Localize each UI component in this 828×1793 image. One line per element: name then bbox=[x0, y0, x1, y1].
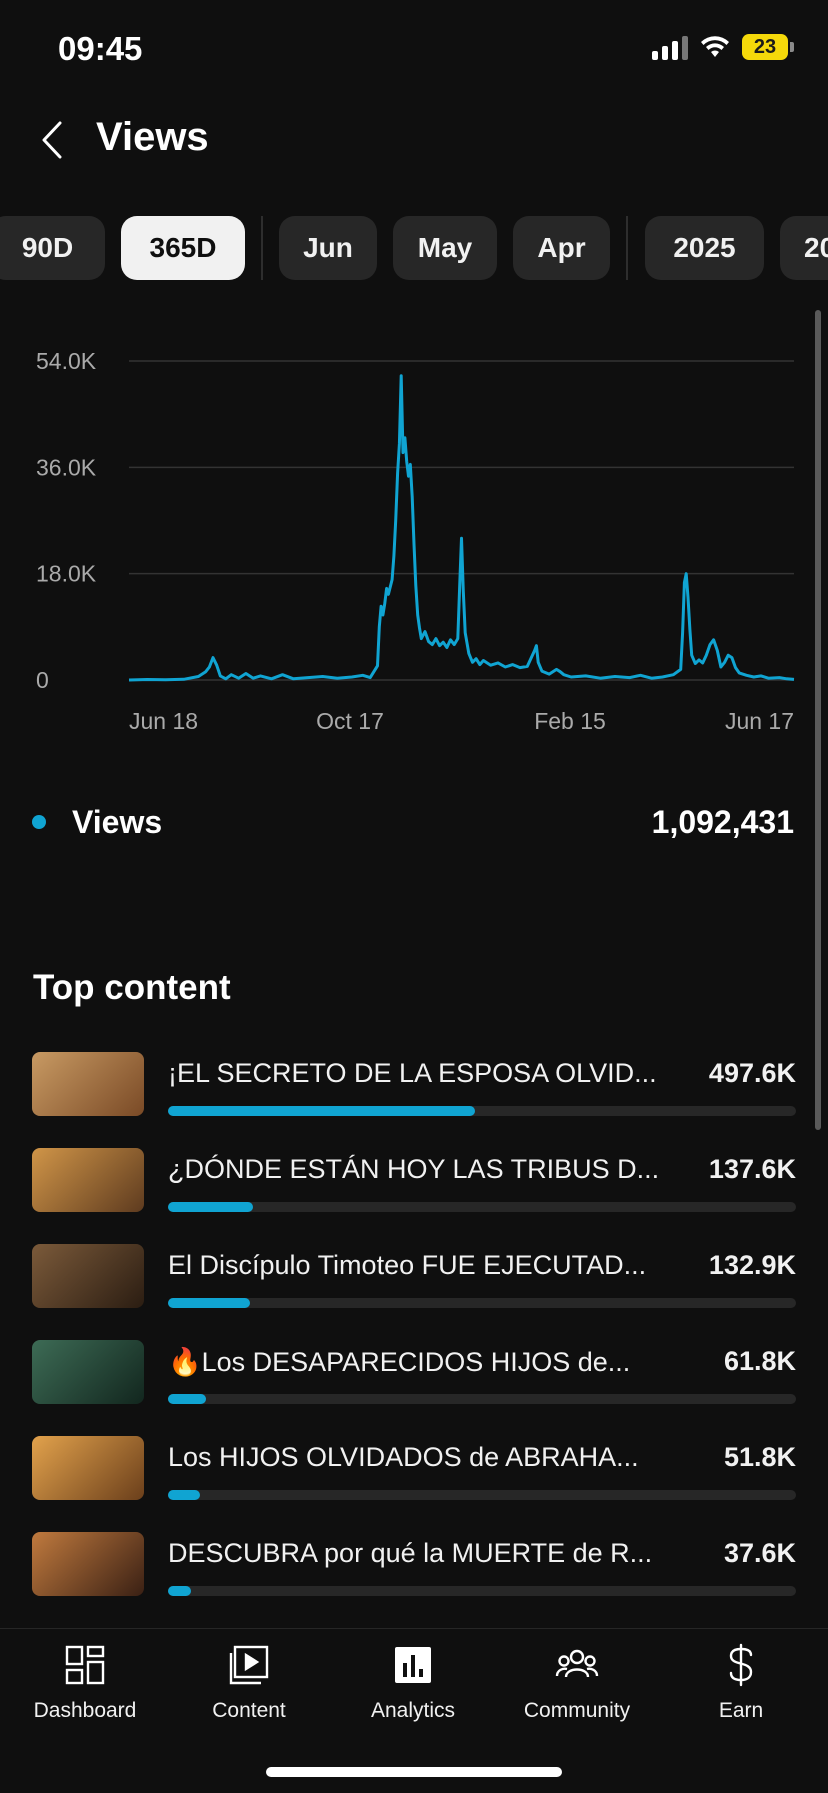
views-line-chart: 54.0K 36.0K 18.0K 0 Jun 18 Oct 17 Feb 15 Jun 17 bbox=[36, 348, 795, 734]
views-bar-fill bbox=[168, 1394, 207, 1404]
video-views: 61.8K bbox=[723, 1346, 796, 1376]
community-icon bbox=[555, 1643, 599, 1687]
period-chips: 90D 365D Jun May Apr 2025 20 bbox=[0, 216, 828, 280]
nav-dashboard[interactable]: Dashboard bbox=[10, 1643, 160, 1723]
views-bar-fill bbox=[168, 1106, 475, 1116]
video-thumbnail[interactable] bbox=[32, 1532, 144, 1596]
video-title: Los HIJOS OLVIDADOS de ABRAHA... bbox=[168, 1442, 639, 1472]
top-content-list: ¡EL SECRETO DE LA ESPOSA OLVID... 497.6K ¿… bbox=[32, 1052, 796, 1628]
summary-total: 1,092,431 bbox=[651, 803, 794, 840]
list-item[interactable]: ¿DÓNDE ESTÁN HOY LAS TRIBUS D... 137.6K bbox=[32, 1148, 796, 1244]
content-icon bbox=[227, 1643, 271, 1687]
home-indicator bbox=[266, 1767, 562, 1777]
views-bar-track bbox=[168, 1586, 796, 1596]
cellular-signal-icon bbox=[652, 34, 688, 60]
chip-2025[interactable]: 2025 bbox=[645, 216, 764, 280]
list-item[interactable]: Los HIJOS OLVIDADOS de ABRAHA... 51.8K bbox=[32, 1436, 796, 1532]
back-button[interactable] bbox=[30, 118, 74, 162]
nav-label: Analytics bbox=[370, 1699, 456, 1722]
nav-community[interactable]: Community bbox=[502, 1643, 652, 1723]
chip-divider bbox=[261, 216, 263, 280]
nav-label: Earn bbox=[718, 1699, 764, 1722]
video-thumbnail[interactable] bbox=[32, 1340, 144, 1404]
chip-365d[interactable]: 365D bbox=[121, 216, 245, 280]
chip-2024[interactable]: 20 bbox=[780, 216, 828, 280]
wifi-icon bbox=[701, 36, 729, 57]
y-tick-label: 0 bbox=[36, 667, 49, 693]
analytics-icon bbox=[391, 1643, 435, 1687]
nav-content[interactable]: Content bbox=[174, 1643, 324, 1723]
y-tick-label: 36.0K bbox=[36, 454, 97, 480]
views-bar-fill bbox=[168, 1298, 250, 1308]
list-item[interactable]: 🔥Los DESAPARECIDOS HIJOS de... 61.8K bbox=[32, 1340, 796, 1436]
video-thumbnail[interactable] bbox=[32, 1244, 144, 1308]
x-tick-label: Jun 18 bbox=[129, 708, 198, 734]
y-tick-label: 18.0K bbox=[36, 561, 97, 587]
x-tick-label: Oct 17 bbox=[316, 708, 384, 734]
views-chart: 54.0K 36.0K 18.0K 0 Jun 18 Oct 17 Feb 15 Jun 17 bbox=[0, 330, 828, 750]
series-dot bbox=[32, 815, 46, 829]
video-thumbnail[interactable] bbox=[32, 1052, 144, 1116]
views-bar-fill bbox=[168, 1586, 192, 1596]
video-title: 🔥Los DESAPARECIDOS HIJOS de... bbox=[168, 1347, 631, 1377]
views-bar-track bbox=[168, 1202, 796, 1212]
video-views: 51.8K bbox=[723, 1442, 796, 1472]
battery-cap bbox=[790, 42, 794, 52]
summary-label: Views bbox=[72, 803, 163, 840]
battery-icon: 23 bbox=[742, 34, 788, 60]
views-summary: Views 1,092,431 bbox=[32, 800, 794, 844]
video-title: ¿DÓNDE ESTÁN HOY LAS TRIBUS D... bbox=[168, 1154, 660, 1184]
x-tick-label: Feb 15 bbox=[534, 708, 606, 734]
video-title: El Discípulo Timoteo FUE EJECUTAD... bbox=[168, 1250, 647, 1280]
nav-label: Community bbox=[523, 1699, 631, 1722]
dollar-icon bbox=[719, 1643, 763, 1687]
top-content-title: Top content bbox=[33, 968, 231, 1007]
views-bar-track bbox=[168, 1490, 796, 1500]
list-item[interactable]: ¡EL SECRETO DE LA ESPOSA OLVID... 497.6K bbox=[32, 1052, 796, 1148]
video-views: 137.6K bbox=[708, 1154, 796, 1184]
chip-90d[interactable]: 90D bbox=[0, 216, 105, 280]
list-item[interactable]: El Discípulo Timoteo FUE EJECUTAD... 132.… bbox=[32, 1244, 796, 1340]
video-views: 37.6K bbox=[723, 1538, 796, 1568]
views-bar-track bbox=[168, 1298, 796, 1308]
x-tick-label: Jun 17 bbox=[725, 708, 794, 734]
views-bar-fill bbox=[168, 1490, 200, 1500]
status-icons: 23 bbox=[652, 34, 794, 60]
chip-may[interactable]: May bbox=[393, 216, 497, 280]
nav-analytics[interactable]: Analytics bbox=[338, 1643, 488, 1723]
video-views: 132.9K bbox=[708, 1250, 796, 1280]
dashboard-icon bbox=[63, 1643, 107, 1687]
y-tick-label: 54.0K bbox=[36, 348, 97, 374]
views-bar-fill bbox=[168, 1202, 253, 1212]
nav-label: Content bbox=[212, 1699, 286, 1722]
views-series-line bbox=[128, 374, 795, 682]
status-time: 09:45 bbox=[58, 30, 143, 67]
video-thumbnail[interactable] bbox=[32, 1148, 144, 1212]
video-title: ¡EL SECRETO DE LA ESPOSA OLVID... bbox=[168, 1058, 657, 1088]
chip-divider bbox=[626, 216, 628, 280]
nav-earn[interactable]: Earn bbox=[666, 1643, 816, 1723]
chip-apr[interactable]: Apr bbox=[513, 216, 610, 280]
chevron-left-icon bbox=[42, 121, 62, 159]
nav-label: Dashboard bbox=[33, 1699, 137, 1722]
video-views: 497.6K bbox=[708, 1058, 796, 1088]
page-title: Views bbox=[96, 115, 209, 159]
views-bar-track bbox=[168, 1106, 796, 1116]
video-title: DESCUBRA por qué la MUERTE de R... bbox=[168, 1538, 653, 1568]
views-bar-track bbox=[168, 1394, 796, 1404]
video-thumbnail[interactable] bbox=[32, 1436, 144, 1500]
list-item[interactable]: DESCUBRA por qué la MUERTE de R... 37.6K bbox=[32, 1532, 796, 1628]
chip-jun[interactable]: Jun bbox=[279, 216, 377, 280]
